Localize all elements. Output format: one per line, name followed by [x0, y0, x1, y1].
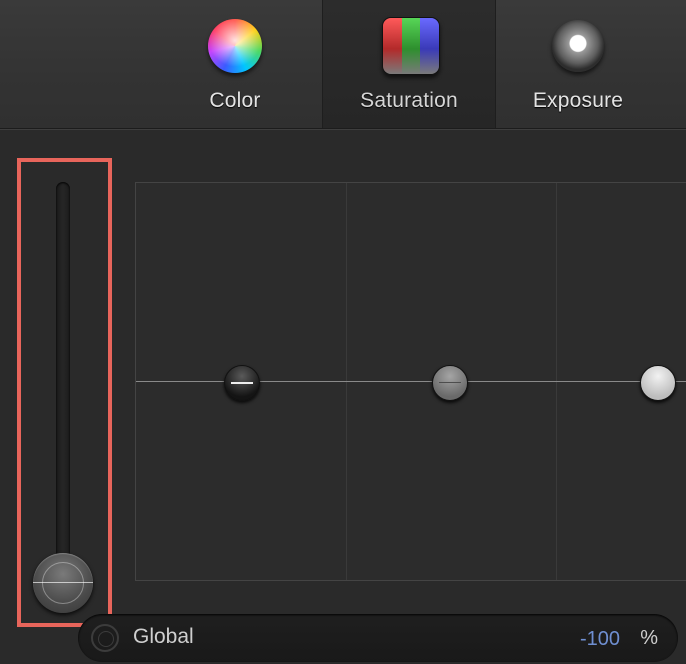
saturation-bars-icon — [380, 17, 440, 75]
saturation-graph — [135, 182, 686, 581]
tab-saturation[interactable]: Saturation — [322, 0, 496, 128]
color-board: Color Saturation Exposure Global -100 % — [0, 0, 686, 664]
status-value[interactable]: -100 — [580, 628, 620, 651]
tab-label-color: Color — [209, 89, 261, 112]
midtones-puck[interactable] — [432, 365, 468, 401]
exposure-icon — [549, 17, 607, 75]
color-wheel-icon — [206, 17, 264, 75]
slider-highlight-box — [17, 158, 112, 627]
tab-bar: Color Saturation Exposure — [0, 0, 686, 129]
curve-line — [136, 381, 686, 382]
tab-exposure[interactable]: Exposure — [510, 0, 646, 128]
highlights-puck[interactable] — [640, 365, 676, 401]
global-puck-icon — [91, 624, 119, 652]
tab-color[interactable]: Color — [170, 0, 300, 128]
shadows-puck[interactable] — [224, 365, 260, 401]
status-bar: Global -100 % — [78, 614, 678, 662]
tab-label-saturation: Saturation — [360, 89, 458, 112]
status-label: Global — [133, 625, 194, 648]
status-unit: % — [640, 627, 658, 649]
tab-label-exposure: Exposure — [532, 89, 624, 112]
